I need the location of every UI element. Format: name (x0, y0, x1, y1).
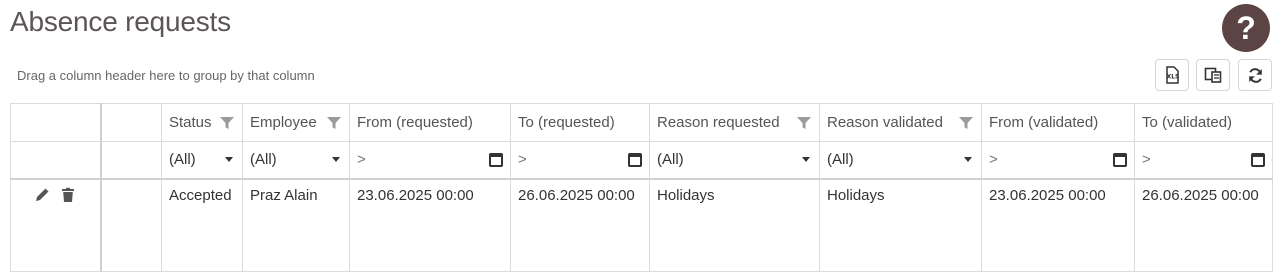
export-excel-button[interactable]: XLS (1155, 59, 1189, 91)
filter-reason-requested-value: (All) (657, 151, 684, 169)
header-from-validated-label: From (validated) (989, 114, 1099, 131)
header-status[interactable]: Status (161, 103, 243, 142)
header-reason-requested-label: Reason requested (657, 114, 780, 131)
filter-operator[interactable]: > (1142, 151, 1151, 168)
header-to-requested-label: To (requested) (518, 114, 615, 131)
cell-to-requested: 26.06.2025 00:00 (510, 178, 650, 272)
filter-reason-validated-value: (All) (827, 151, 854, 169)
header-employee-label: Employee (250, 114, 317, 131)
filter-icon[interactable] (326, 115, 342, 131)
filter-reason-validated[interactable]: (All) (819, 141, 982, 180)
chevron-down-icon (964, 157, 972, 163)
header-from-validated[interactable]: From (validated) (981, 103, 1135, 142)
filter-to-requested[interactable]: > (510, 141, 650, 180)
filter-employee-value: (All) (250, 151, 277, 169)
absence-grid: Status Employee From (requested) To (req… (10, 103, 1273, 272)
filter-operator[interactable]: > (357, 151, 366, 168)
edit-icon[interactable] (34, 187, 50, 203)
filter-icon[interactable] (796, 115, 812, 131)
header-reason-validated[interactable]: Reason validated (819, 103, 982, 142)
group-panel-hint[interactable]: Drag a column header here to group by th… (17, 68, 315, 83)
cell-employee: Praz Alain (242, 178, 350, 272)
cell-reason-requested: Holidays (649, 178, 820, 272)
header-row: Status Employee From (requested) To (req… (10, 103, 1273, 142)
filter-icon[interactable] (219, 115, 235, 131)
calendar-icon[interactable] (489, 152, 503, 167)
page-title: Absence requests (10, 6, 231, 37)
filter-empty (10, 141, 102, 180)
cell-to-validated: 26.06.2025 00:00 (1134, 178, 1273, 272)
calendar-icon[interactable] (628, 152, 642, 167)
filter-icon[interactable] (958, 115, 974, 131)
column-chooser-icon (1204, 67, 1222, 83)
filter-status[interactable]: (All) (161, 141, 243, 180)
delete-icon[interactable] (60, 187, 76, 203)
filter-from-requested[interactable]: > (349, 141, 511, 180)
header-to-validated-label: To (validated) (1142, 114, 1233, 131)
refresh-icon (1248, 67, 1262, 83)
cell-reason-validated: Holidays (819, 178, 982, 272)
row-empty (100, 178, 162, 272)
chevron-down-icon (332, 157, 340, 163)
header-employee[interactable]: Employee (242, 103, 350, 142)
svg-text:XLS: XLS (1167, 74, 1180, 81)
filter-operator[interactable]: > (989, 151, 998, 168)
chevron-down-icon (802, 157, 810, 163)
calendar-icon[interactable] (1251, 152, 1265, 167)
row-actions (10, 178, 102, 272)
header-empty (100, 103, 162, 142)
table-row[interactable]: Accepted Praz Alain 23.06.2025 00:00 26.… (10, 178, 1273, 272)
column-chooser-button[interactable] (1196, 59, 1230, 91)
filter-from-validated[interactable]: > (981, 141, 1135, 180)
header-reason-requested[interactable]: Reason requested (649, 103, 820, 142)
refresh-button[interactable] (1238, 59, 1272, 91)
cell-from-requested: 23.06.2025 00:00 (349, 178, 511, 272)
header-from-requested-label: From (requested) (357, 114, 473, 131)
filter-operator[interactable]: > (518, 151, 527, 168)
header-from-requested[interactable]: From (requested) (349, 103, 511, 142)
filter-employee[interactable]: (All) (242, 141, 350, 180)
help-button[interactable]: ? (1222, 4, 1270, 52)
calendar-icon[interactable] (1113, 152, 1127, 167)
cell-from-validated: 23.06.2025 00:00 (981, 178, 1135, 272)
header-reason-validated-label: Reason validated (827, 114, 943, 131)
cell-status: Accepted (161, 178, 243, 272)
chevron-down-icon (225, 157, 233, 163)
filter-row: (All) (All) > > (All) (All) > > (10, 141, 1273, 180)
header-actions (10, 103, 102, 142)
header-status-label: Status (169, 114, 212, 131)
filter-reason-requested[interactable]: (All) (649, 141, 820, 180)
filter-status-value: (All) (169, 151, 196, 169)
filter-empty (100, 141, 162, 180)
header-to-requested[interactable]: To (requested) (510, 103, 650, 142)
header-to-validated[interactable]: To (validated) (1134, 103, 1273, 142)
export-excel-icon: XLS (1166, 66, 1180, 84)
filter-to-validated[interactable]: > (1134, 141, 1273, 180)
